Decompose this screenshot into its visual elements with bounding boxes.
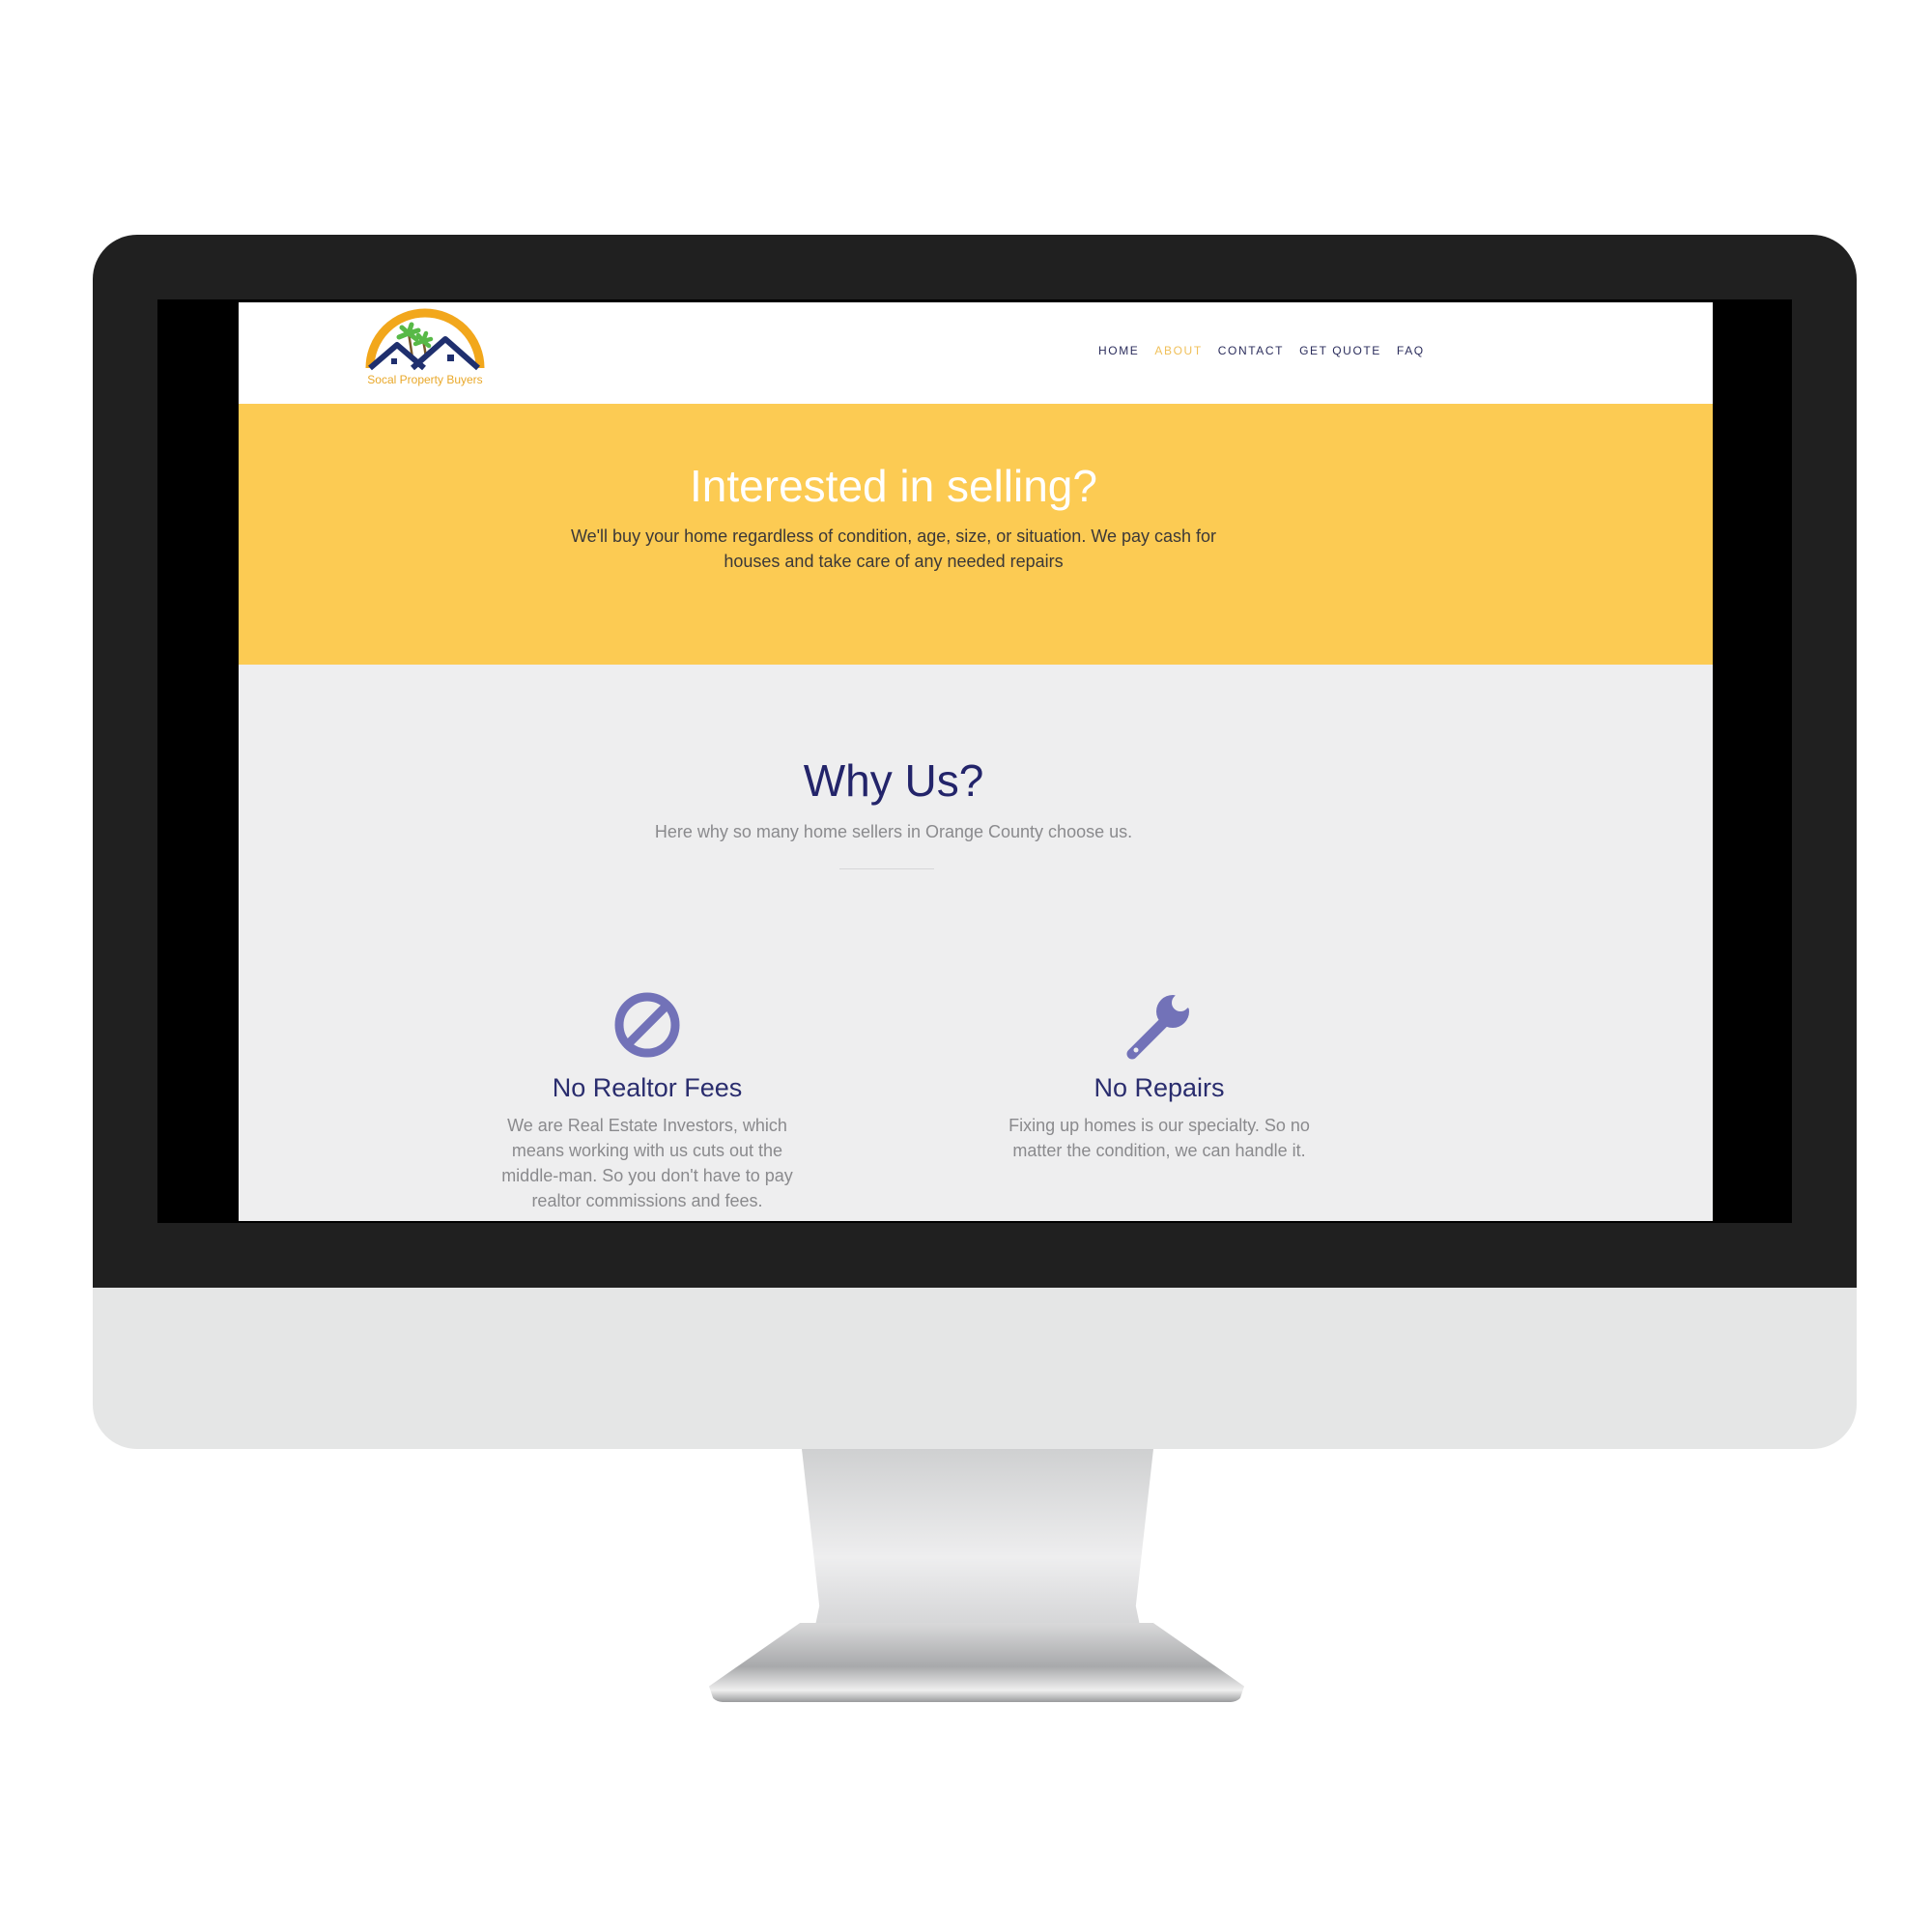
main-nav: HOME ABOUT CONTACT GET QUOTE FAQ: [1098, 344, 1425, 357]
nav-faq[interactable]: FAQ: [1397, 344, 1425, 357]
feature-text: Fixing up homes is our specialty. So no …: [1009, 1116, 1310, 1160]
wrench-icon: [1126, 992, 1196, 1060]
feature-title: No Repairs: [1094, 1073, 1225, 1102]
hero-section: Interested in selling? We'll buy your ho…: [239, 404, 1713, 665]
feature-text: We are Real Estate Investors, which mean…: [501, 1116, 793, 1210]
nav-about[interactable]: ABOUT: [1154, 344, 1202, 357]
logo-icon: [365, 308, 485, 371]
feature-no-repairs: No Repairs Fixing up homes is our specia…: [1000, 988, 1319, 1163]
no-sign-icon: [614, 992, 680, 1058]
site-header: Socal Property Buyers HOME ABOUT CONTACT…: [239, 302, 1713, 404]
website-page: Socal Property Buyers HOME ABOUT CONTACT…: [239, 302, 1713, 1221]
nav-get-quote[interactable]: GET QUOTE: [1299, 344, 1381, 357]
section-divider: [839, 868, 934, 869]
feature-title: No Realtor Fees: [552, 1073, 743, 1102]
hero-title: Interested in selling?: [690, 461, 1097, 511]
monitor-stand-foot: [709, 1623, 1244, 1702]
hero-text: We'll buy your home regardless of condit…: [570, 526, 1217, 571]
why-us-subtitle: Here why so many home sellers in Orange …: [654, 822, 1133, 841]
logo-text: Socal Property Buyers: [367, 373, 483, 386]
nav-home[interactable]: HOME: [1098, 344, 1139, 357]
nav-contact[interactable]: CONTACT: [1218, 344, 1284, 357]
why-us-title: Why Us?: [803, 755, 984, 806]
logo[interactable]: Socal Property Buyers: [353, 308, 497, 395]
feature-no-realtor-fees: No Realtor Fees We are Real Estate Inves…: [488, 988, 807, 1213]
